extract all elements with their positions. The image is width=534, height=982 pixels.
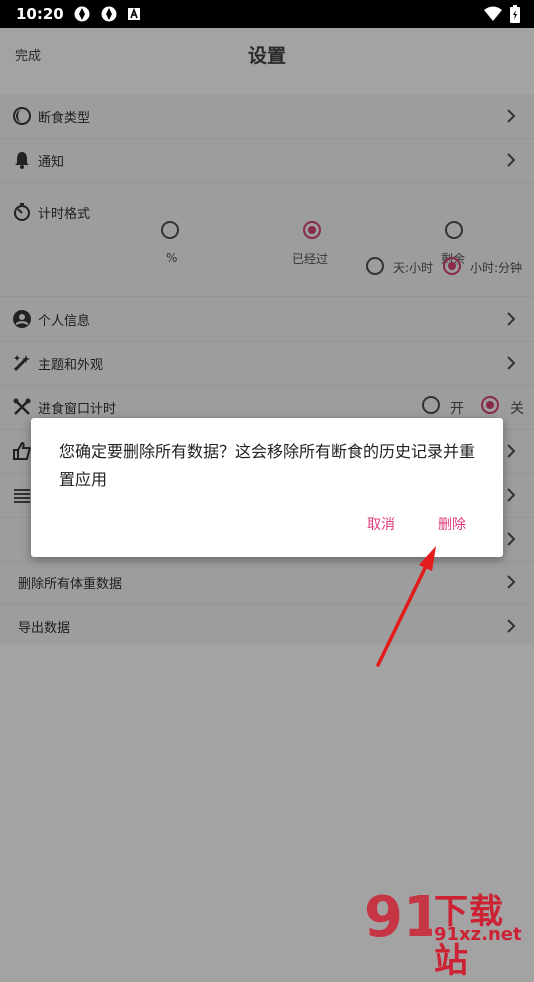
radio-day-hour[interactable] xyxy=(366,257,384,275)
row-delete-weight[interactable]: 删除所有体重数据 xyxy=(0,560,534,604)
a-badge-icon xyxy=(127,7,141,21)
utensils-icon xyxy=(12,397,32,417)
row-personal-info[interactable]: 个人信息 xyxy=(0,297,534,341)
row-label: 删除所有体重数据 xyxy=(18,576,123,592)
watermark-logo-icon: 91 xyxy=(364,885,442,950)
radio-eating-window-off[interactable] xyxy=(481,396,499,414)
row-label: 主题和外观 xyxy=(38,357,104,373)
row-label: 导出数据 xyxy=(18,620,71,636)
watermark: 91 下载站 91xz.net xyxy=(362,884,532,981)
row-label: 断食类型 xyxy=(38,110,91,126)
row-export[interactable]: 导出数据 xyxy=(0,604,534,648)
row-theme[interactable]: 主题和外观 xyxy=(0,341,534,385)
radio-label-day-hour: 天:小时 xyxy=(393,261,434,275)
radio-label-elapsed: 已经过 xyxy=(292,252,329,266)
radio-percent[interactable] xyxy=(161,221,179,239)
cancel-button[interactable]: 取消 xyxy=(367,514,395,534)
confirm-delete-dialog: 您确定要删除所有数据？这会移除所有断食的历史记录并重置应用 取消 删除 xyxy=(31,418,503,557)
radio-remaining[interactable] xyxy=(445,221,463,239)
chevron-right-icon xyxy=(506,618,516,634)
account-circle-icon xyxy=(12,309,32,329)
chevron-right-icon xyxy=(506,487,516,503)
chevron-right-icon xyxy=(506,443,516,459)
app-notification-icon xyxy=(73,5,91,23)
radio-label-percent: % xyxy=(166,251,178,265)
delete-button[interactable]: 删除 xyxy=(438,514,466,534)
dialog-message: 您确定要删除所有数据？这会移除所有断食的历史记录并重置应用 xyxy=(59,442,476,489)
radio-label-off: 关 xyxy=(510,401,524,417)
radio-elapsed[interactable] xyxy=(303,221,321,239)
row-notifications[interactable]: 通知 xyxy=(0,138,534,182)
watermark-domain: 91xz.net xyxy=(434,924,522,945)
row-fasting-type[interactable]: 断食类型 xyxy=(0,94,534,138)
row-label: 计时格式 xyxy=(38,206,91,222)
row-label: 通知 xyxy=(38,154,65,170)
page-title: 设置 xyxy=(247,45,286,67)
bell-icon xyxy=(12,150,32,170)
timer-icon xyxy=(12,202,32,222)
app-bar: 完成 设置 xyxy=(0,28,534,80)
chevron-right-icon xyxy=(506,574,516,590)
radio-eating-window-on[interactable] xyxy=(422,396,440,414)
chevron-right-icon xyxy=(506,531,516,547)
moon-icon xyxy=(12,106,32,126)
wifi-icon xyxy=(484,6,502,26)
list-icon xyxy=(12,485,32,505)
thumbs-up-icon xyxy=(12,441,32,461)
magic-wand-icon xyxy=(12,353,32,373)
row-label: 个人信息 xyxy=(38,313,91,329)
app-notification-icon-2 xyxy=(100,5,118,23)
status-time: 10:20 xyxy=(16,5,64,23)
battery-icon xyxy=(510,5,520,27)
chevron-right-icon xyxy=(506,152,516,168)
radio-hour-minute[interactable] xyxy=(443,257,461,275)
divider xyxy=(0,182,534,183)
chevron-right-icon xyxy=(506,108,516,124)
status-bar: 10:20 xyxy=(0,0,534,28)
chevron-right-icon xyxy=(506,311,516,327)
svg-text:91: 91 xyxy=(364,885,432,946)
chevron-right-icon xyxy=(506,355,516,371)
radio-label-on: 开 xyxy=(450,401,464,417)
row-label: 进食窗口计时 xyxy=(38,401,117,417)
radio-label-hour-minute: 小时:分钟 xyxy=(470,261,523,275)
